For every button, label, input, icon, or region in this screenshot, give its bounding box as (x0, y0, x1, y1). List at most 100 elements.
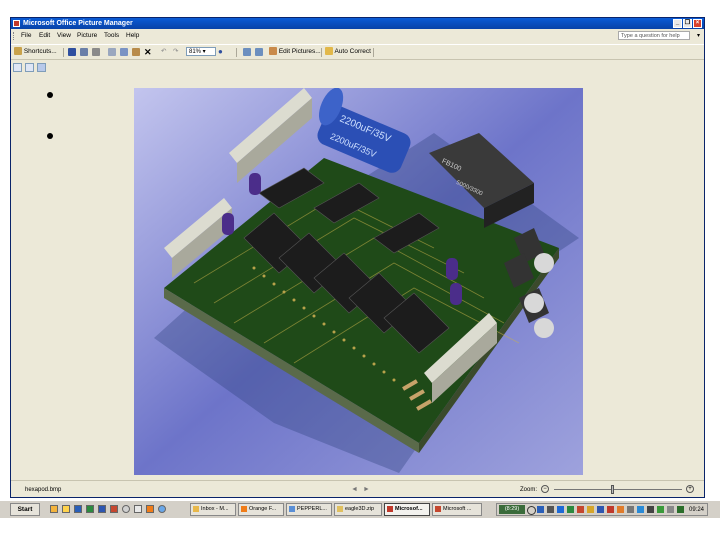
pcb-picture[interactable]: 2200uF/35V 2200uF/35V FB100 5000/3300 (134, 88, 583, 475)
task-picture-manager[interactable]: Microsof... (384, 503, 430, 516)
redo-icon[interactable]: ↷ (173, 47, 178, 57)
zoom-select[interactable]: 81% ▾ (186, 47, 216, 56)
restore-button[interactable]: ❐ (683, 19, 692, 28)
undo-icon[interactable]: ↶ (161, 47, 166, 57)
task-label: Inbox - M... (201, 506, 229, 512)
tray-badge[interactable]: (8:29) (499, 505, 525, 514)
menu-edit[interactable]: Edit (39, 30, 50, 42)
menu-file[interactable]: File (21, 30, 31, 42)
minimize-button[interactable]: _ (673, 19, 682, 28)
zoom-out-icon[interactable]: − (541, 485, 549, 493)
quicklaunch-powerpoint-icon[interactable] (110, 505, 118, 513)
quicklaunch-browser-icon[interactable] (158, 505, 166, 513)
task-microsoft[interactable]: Microsoft ... (432, 503, 482, 516)
task-label: Orange F... (249, 506, 277, 512)
menu-picture[interactable]: Picture (77, 30, 97, 42)
tray-icon[interactable] (627, 506, 634, 513)
tray-icon[interactable] (657, 506, 664, 513)
task-orange[interactable]: Orange F... (238, 503, 284, 516)
task-inbox[interactable]: Inbox - M... (190, 503, 236, 516)
tray-icon[interactable] (557, 506, 564, 513)
picture-manager-window: Microsoft Office Picture Manager _ ❐ × F… (10, 17, 705, 498)
quicklaunch-word-icon[interactable] (98, 505, 106, 513)
volume-icon[interactable] (667, 506, 674, 513)
thumbnail-view-icon[interactable] (13, 63, 22, 72)
tray-icon[interactable] (677, 506, 684, 513)
quicklaunch-excel-icon[interactable] (86, 505, 94, 513)
rotate-right-icon[interactable] (255, 48, 263, 56)
help-icon[interactable]: ● (218, 47, 223, 57)
tray-icon[interactable] (647, 506, 654, 513)
paste-icon[interactable] (132, 48, 140, 56)
info-icon[interactable] (527, 506, 536, 515)
previous-picture-icon[interactable]: ◄ (351, 486, 358, 493)
tray-icon[interactable] (587, 506, 594, 513)
tray-icon[interactable] (547, 506, 554, 513)
task-label: eagle3D.zip (345, 506, 375, 512)
filmstrip-view-icon[interactable] (25, 63, 34, 72)
edit-pictures-label: Edit Pictures... (278, 48, 321, 55)
start-button[interactable]: Start (10, 503, 40, 516)
app-icon (13, 20, 20, 27)
auto-correct-button[interactable]: Auto Correct (325, 47, 371, 57)
quicklaunch-desktop-icon[interactable] (134, 505, 142, 513)
edit-pictures-icon (269, 47, 277, 56)
task-eagle3d[interactable]: eagle3D.zip (334, 503, 382, 516)
menu-tools[interactable]: Tools (104, 30, 119, 42)
rotate-left-icon[interactable] (243, 48, 251, 56)
window-title: Microsoft Office Picture Manager (23, 20, 133, 27)
task-pepperl[interactable]: PEPPERL... (286, 503, 332, 516)
tray-icon[interactable] (577, 506, 584, 513)
edit-pictures-button[interactable]: Edit Pictures... (269, 47, 321, 57)
delete-icon[interactable]: ✕ (144, 47, 152, 57)
zoom-slider-track[interactable] (554, 489, 682, 490)
title-bar[interactable]: Microsoft Office Picture Manager _ ❐ × (11, 18, 704, 29)
quicklaunch-explorer-icon[interactable] (50, 505, 58, 513)
window-controls: _ ❐ × (673, 19, 702, 28)
zoom-in-icon[interactable]: + (686, 485, 694, 493)
quicklaunch-folder-icon[interactable] (62, 505, 70, 513)
current-filename: hexapod.bmp (25, 487, 62, 493)
quicklaunch-app-icon[interactable] (146, 505, 154, 513)
standard-toolbar: Shortcuts... ✕ ↶ ↷ 81% ▾ ● Edit Pictures… (11, 44, 704, 60)
toolbar-separator (236, 48, 237, 57)
menu-view[interactable]: View (57, 30, 71, 42)
quicklaunch-media-icon[interactable] (122, 505, 130, 513)
print-icon[interactable] (80, 48, 88, 56)
tray-network-icon[interactable] (537, 506, 544, 513)
single-picture-view-icon[interactable] (37, 63, 46, 72)
quicklaunch-network-icon[interactable] (74, 505, 82, 513)
tray-icon[interactable] (637, 506, 644, 513)
zoom-slider-thumb[interactable] (610, 485, 614, 494)
small-capacitor (249, 173, 261, 195)
ask-dropdown-icon[interactable]: ▾ (697, 30, 700, 42)
ask-question-input[interactable]: Type a question for help (618, 31, 690, 40)
auto-correct-label: Auto Correct (334, 48, 371, 55)
tray-icon[interactable] (597, 506, 604, 513)
toolbar-separator (373, 48, 374, 57)
shortcuts-button[interactable]: Shortcuts... (14, 47, 57, 57)
bullet-marker (47, 92, 53, 98)
send-icon[interactable] (92, 48, 100, 56)
picture-canvas: 2200uF/35V 2200uF/35V FB100 5000/3300 (11, 74, 704, 479)
task-label: Microsoft ... (443, 506, 472, 512)
toolbar-separator (63, 48, 64, 57)
save-icon[interactable] (68, 48, 76, 56)
browser-icon (289, 506, 295, 512)
clock: 09:24 (688, 507, 704, 513)
menu-grip[interactable] (13, 32, 16, 40)
tray-icon[interactable] (607, 506, 614, 513)
close-button[interactable]: × (693, 19, 702, 28)
cut-icon[interactable] (108, 48, 116, 56)
auto-correct-icon (325, 47, 333, 56)
bullet-marker (47, 133, 53, 139)
tray-icon[interactable] (567, 506, 574, 513)
copy-icon[interactable] (120, 48, 128, 56)
shortcuts-label: Shortcuts... (23, 48, 57, 55)
menu-help[interactable]: Help (126, 30, 139, 42)
start-label: Start (17, 506, 33, 513)
task-label: PEPPERL... (297, 506, 327, 512)
tray-icon[interactable] (617, 506, 624, 513)
view-mode-bar (11, 61, 704, 73)
next-picture-icon[interactable]: ► (363, 486, 370, 493)
